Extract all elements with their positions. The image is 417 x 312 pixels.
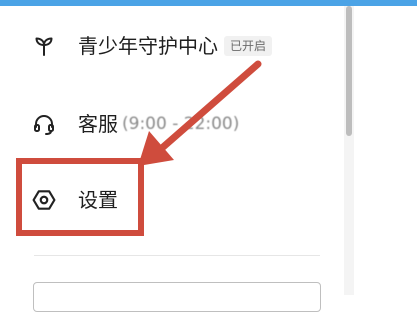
sprout-icon: [30, 32, 58, 60]
menu-item-youth-protection[interactable]: 青少年守护中心 已开启: [0, 18, 340, 74]
service-hours: (9:00 - 22:00): [122, 114, 240, 134]
menu-item-label: 客服: [78, 112, 118, 136]
bottom-input-field[interactable]: [33, 282, 321, 312]
scrollbar-thumb[interactable]: [346, 6, 352, 136]
status-badge: 已开启: [224, 36, 273, 56]
menu-item-label: 青少年守护中心: [78, 34, 218, 58]
settings-icon: [30, 186, 58, 214]
menu-item-settings[interactable]: 设置: [0, 172, 340, 228]
menu-item-customer-service[interactable]: 客服 (9:00 - 22:00): [0, 96, 340, 152]
top-accent-strip: [0, 0, 417, 6]
menu-item-label: 设置: [78, 188, 118, 212]
headset-icon: [30, 110, 58, 138]
divider: [34, 255, 320, 256]
